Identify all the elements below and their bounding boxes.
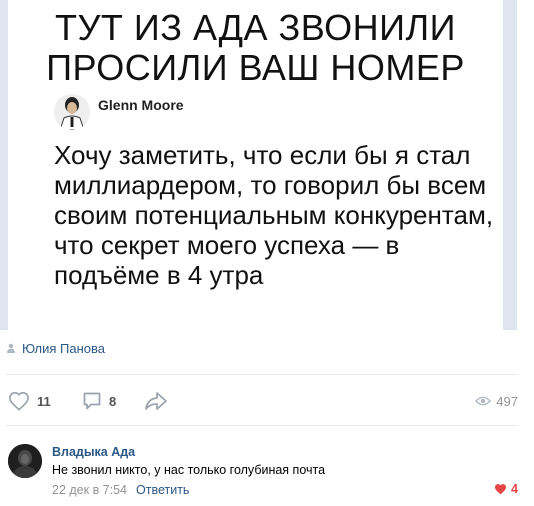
comment-icon	[83, 392, 101, 410]
like-count: 11	[37, 393, 51, 409]
meme-title-line: ТУТ ИЗ АДА ЗВОНИЛИ	[54, 7, 456, 48]
tweet-author-name: Glenn Moore	[98, 97, 184, 113]
comment-button[interactable]: 8	[82, 388, 116, 414]
image-frame-right	[503, 0, 517, 330]
comment-author-link[interactable]: Владыка Ада	[52, 445, 135, 459]
comment-date[interactable]: 22 дек в 7:54	[52, 483, 127, 497]
share-icon	[145, 392, 167, 410]
tweet-text-line: Хочу заметить, что если бы я стал	[54, 140, 471, 170]
comment-count: 8	[109, 393, 117, 409]
meme-title: ТУТ ИЗ АДА ЗВОНИЛИ ПРОСИЛИ ВАШ НОМЕР	[8, 8, 503, 88]
divider	[6, 425, 518, 426]
post-image[interactable]: ТУТ ИЗ АДА ЗВОНИЛИ ПРОСИЛИ ВАШ НОМЕР Gle…	[0, 0, 534, 330]
post-author-link[interactable]: Юлия Панова	[22, 341, 105, 356]
tweet-text: Хочу заметить, что если бы я стал миллиа…	[54, 140, 494, 290]
tweet-text-line: своим потенциальным конкурентам,	[54, 200, 494, 230]
divider	[6, 374, 518, 375]
tweet-text-line: миллиардером, то говорил бы всем	[54, 170, 487, 200]
comment-meta: 22 дек в 7:54 Ответить	[52, 483, 189, 497]
tweet-author-avatar	[54, 94, 90, 130]
reply-button[interactable]: Ответить	[136, 483, 189, 497]
comment-author-avatar[interactable]	[8, 444, 42, 478]
heart-filled-icon	[495, 484, 507, 495]
tweet-text-line: что секрет моего успеха — в	[54, 230, 400, 260]
heart-icon	[9, 391, 29, 411]
comment-like-button[interactable]: 4	[494, 482, 518, 496]
share-button[interactable]	[144, 388, 168, 414]
post-author-row[interactable]: Юлия Панова	[6, 340, 105, 356]
image-frame-left	[0, 0, 8, 330]
tweet-text-line: подъёме в 4 утра	[54, 260, 264, 290]
meme-title-line: ПРОСИЛИ ВАШ НОМЕР	[46, 47, 465, 88]
like-button[interactable]: 11	[8, 388, 51, 414]
person-icon	[7, 343, 15, 353]
views-count: 497	[496, 393, 518, 409]
post-actions: 11 8 497	[6, 388, 518, 414]
views-counter: 497	[475, 388, 518, 414]
comment-like-count: 4	[511, 482, 518, 496]
eye-icon	[475, 396, 492, 406]
comment-text: Не звонил никто, у нас только голубиная …	[52, 463, 326, 477]
